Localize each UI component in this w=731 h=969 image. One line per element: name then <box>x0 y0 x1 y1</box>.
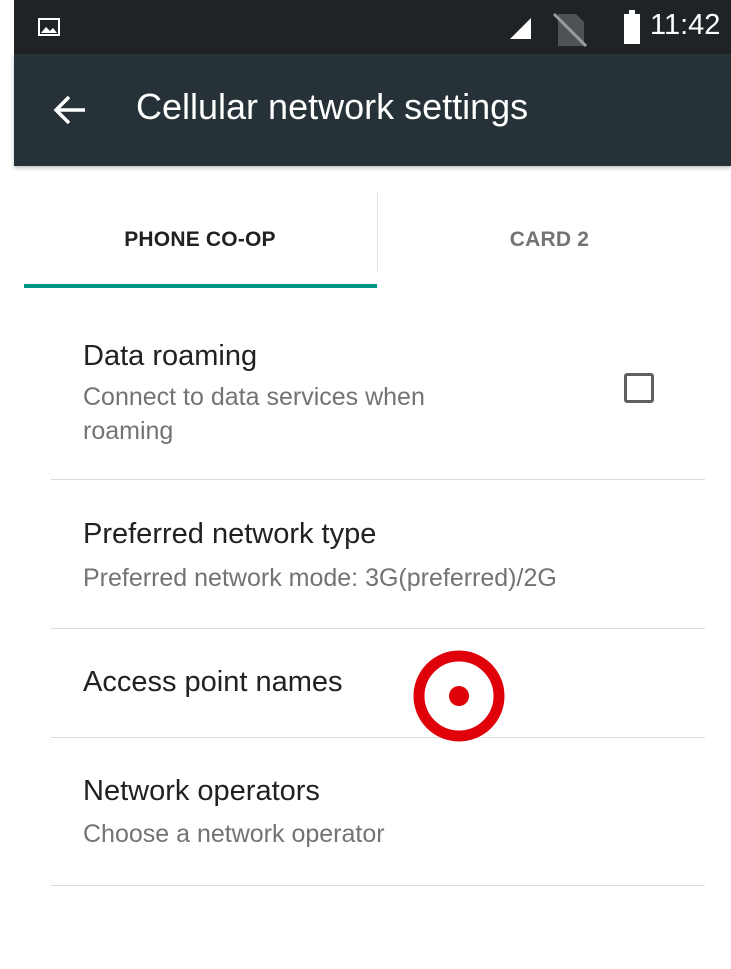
signal-icon <box>510 18 531 39</box>
tab-phone-co-op[interactable]: PHONE CO-OP <box>24 192 376 288</box>
tab-label: PHONE CO-OP <box>124 228 276 251</box>
data-roaming-checkbox[interactable] <box>624 373 654 403</box>
status-clock: 11:42 <box>650 9 721 41</box>
tab-selected-indicator <box>24 284 377 288</box>
data-roaming-item[interactable]: Data roaming Connect to data services wh… <box>51 330 705 478</box>
no-sim-icon <box>552 12 588 48</box>
network-operators-title: Network operators <box>83 775 320 807</box>
preferred-network-type-summary: Preferred network mode: 3G(preferred)/2G <box>83 564 557 592</box>
preferred-network-type-item[interactable]: Preferred network type Preferred network… <box>51 480 705 628</box>
preferred-network-type-title: Preferred network type <box>83 518 377 550</box>
touch-indicator-icon <box>413 650 505 742</box>
gallery-icon <box>38 18 60 36</box>
access-point-names-item[interactable]: Access point names <box>51 629 705 737</box>
app-bar: Cellular network settings <box>14 54 731 166</box>
battery-icon <box>624 10 640 44</box>
settings-screen: 11:42 Cellular network settings PHONE CO… <box>14 0 731 969</box>
data-roaming-title: Data roaming <box>83 340 258 372</box>
tab-label: CARD 2 <box>509 228 590 251</box>
access-point-names-title: Access point names <box>83 666 343 698</box>
network-operators-item[interactable]: Network operators Choose a network opera… <box>51 738 705 886</box>
sim-tabs: PHONE CO-OP CARD 2 <box>24 192 721 288</box>
divider <box>51 885 705 886</box>
arrow-back-icon[interactable] <box>52 92 88 128</box>
status-bar: 11:42 <box>14 0 731 54</box>
tab-card-2[interactable]: CARD 2 <box>378 192 721 288</box>
data-roaming-summary: Connect to data services when roaming <box>83 383 425 445</box>
network-operators-summary: Choose a network operator <box>83 820 385 848</box>
page-title: Cellular network settings <box>136 86 529 127</box>
